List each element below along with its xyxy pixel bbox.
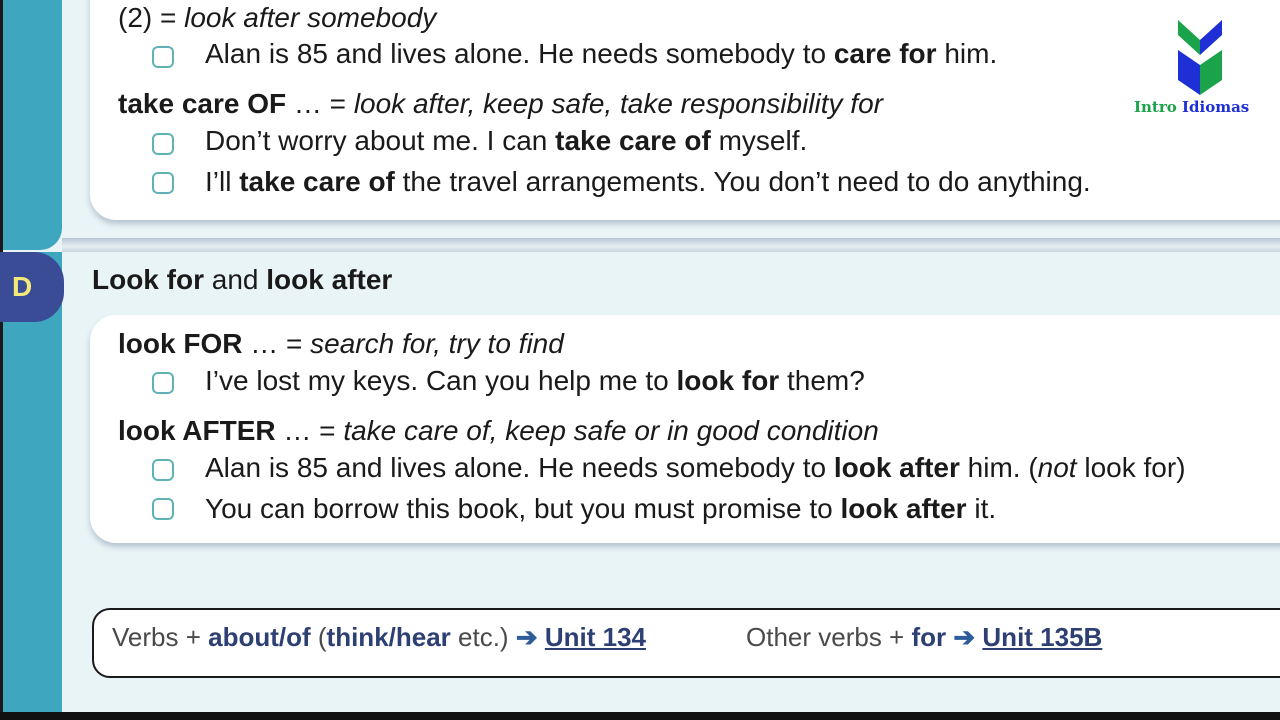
checkbox[interactable]	[152, 133, 174, 155]
cross-reference-right: Other verbs + for ➔ Unit 135B	[746, 622, 1103, 652]
left-color-bar	[0, 0, 62, 250]
unit-134-link[interactable]: Unit 134	[545, 622, 646, 652]
left-edge	[0, 0, 3, 720]
arrow-right-icon: ➔	[953, 622, 976, 652]
section-divider	[62, 238, 1280, 252]
left-color-bar-lower	[0, 252, 62, 720]
sense-2-definition: (2) = look after somebody	[118, 2, 437, 33]
unit-135b-link[interactable]: Unit 135B	[982, 622, 1102, 652]
example-sentence: Alan is 85 and lives alone. He needs som…	[205, 38, 998, 69]
example-sentence: Alan is 85 and lives alone. He needs som…	[205, 452, 1186, 483]
take-care-of-definition: take care OF … = look after, keep safe, …	[118, 88, 883, 119]
logo-text: Intro Idiomas	[1134, 98, 1250, 116]
checkbox[interactable]	[152, 172, 174, 194]
section-d-title: Look for and look after	[92, 264, 393, 295]
section-d-badge: D	[0, 252, 64, 322]
checkbox[interactable]	[152, 459, 174, 481]
look-after-definition: look AFTER … = take care of, keep safe o…	[118, 415, 879, 446]
cross-reference-left: Verbs + about/of (think/hear etc.) ➔ Uni…	[112, 622, 646, 652]
checkbox[interactable]	[152, 498, 174, 520]
example-sentence: I’ve lost my keys. Can you help me to lo…	[205, 365, 865, 396]
arrow-right-icon: ➔	[515, 622, 538, 652]
example-sentence: You can borrow this book, but you must p…	[205, 493, 997, 524]
bottom-border	[0, 712, 1280, 720]
look-for-definition: look FOR … = search for, try to find	[118, 328, 564, 359]
checkbox[interactable]	[152, 372, 174, 394]
example-sentence: I’ll take care of the travel arrangement…	[205, 166, 1091, 197]
checkbox[interactable]	[152, 46, 174, 68]
example-sentence: Don’t worry about me. I can take care of…	[205, 125, 808, 156]
